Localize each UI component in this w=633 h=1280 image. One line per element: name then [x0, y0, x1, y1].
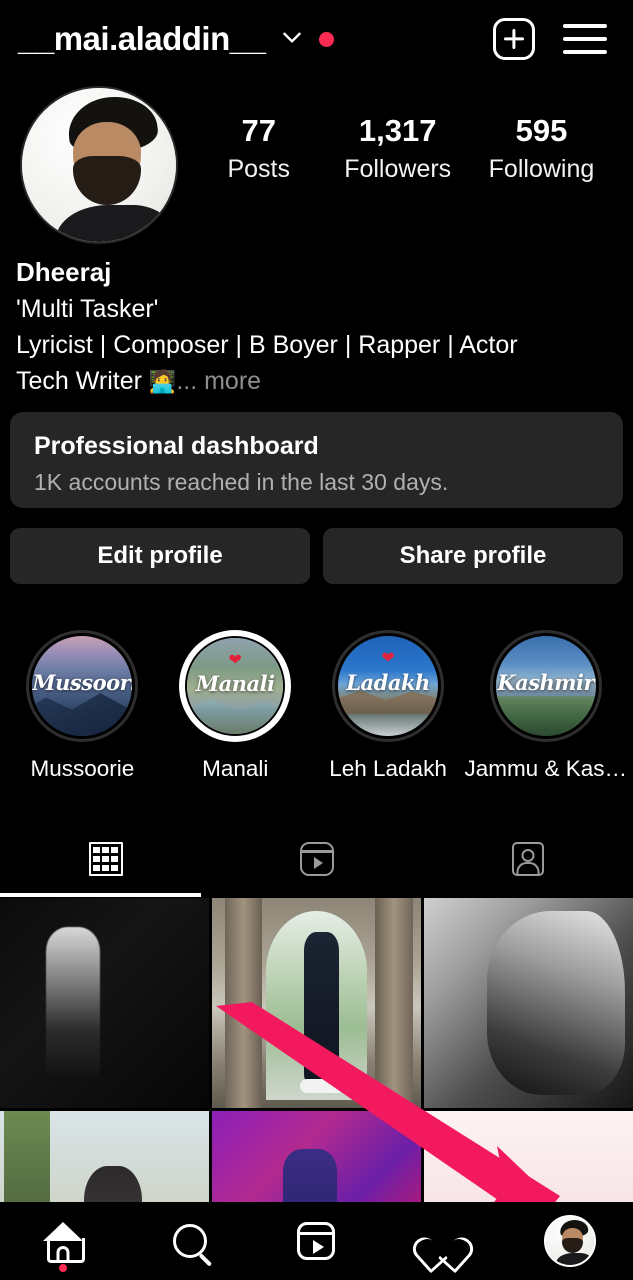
post-thumbnail[interactable] [424, 898, 633, 1108]
nav-avatar-image [545, 1217, 594, 1265]
home-icon [43, 1222, 86, 1263]
highlight-mussoorie[interactable]: Mussoorie Mussoorie [6, 630, 159, 782]
highlight-cover: ❤ Manali [185, 636, 286, 736]
highlight-label: Leh Ladakh [329, 756, 447, 781]
highlight-cover-text: Kashmir [497, 670, 595, 695]
profile-bio: Dheeraj 'Multi Tasker' Lyricist | Compos… [16, 254, 616, 399]
profile-avatar[interactable] [20, 86, 178, 244]
reels-icon [297, 1222, 336, 1260]
highlight-ring: ❤ Manali [179, 630, 292, 742]
profile-header: 77 Posts 1,317 Followers 595 Following [0, 86, 633, 266]
bio-more-link[interactable]: more [197, 367, 261, 395]
search-icon [172, 1224, 207, 1258]
tagged-icon [511, 842, 544, 876]
post-grid [0, 898, 633, 1208]
highlight-cover: Mussoorie [29, 633, 136, 739]
stat-following[interactable]: 595 Following [488, 113, 595, 184]
bio-ellipsis: ... [176, 366, 198, 395]
highlight-label: Mussoorie [30, 756, 135, 781]
highlight-label: Manali [202, 756, 269, 781]
story-highlights: Mussoorie Mussoorie ❤ Manali Manali ❤ La… [0, 630, 633, 790]
username-label[interactable]: __mai.aladdin__ [18, 20, 266, 58]
reels-icon [299, 842, 334, 876]
post-thumbnail[interactable] [424, 1111, 633, 1208]
post-thumbnail[interactable] [0, 898, 209, 1108]
hamburger-menu-icon[interactable] [563, 24, 607, 54]
tab-tagged[interactable] [422, 822, 633, 896]
professional-dashboard-card[interactable]: Professional dashboard 1K accounts reach… [10, 412, 623, 508]
home-red-dot-icon [59, 1264, 68, 1272]
active-tab-underline [0, 893, 201, 897]
profile-stats: 77 Posts 1,317 Followers 595 Following [178, 86, 619, 184]
bio-line-3: Tech Writer 🧑‍💻... more [16, 363, 616, 399]
tab-grid[interactable] [0, 822, 211, 896]
create-new-post-icon[interactable] [493, 18, 535, 60]
highlight-cover-text: Mussoorie [32, 670, 132, 695]
display-name: Dheeraj [16, 257, 112, 287]
highlight-cover-text: Ladakh [346, 670, 430, 695]
post-thumbnail[interactable] [212, 898, 421, 1108]
chevron-down-icon[interactable] [279, 24, 305, 55]
tab-reels[interactable] [211, 822, 422, 896]
post-thumbnail[interactable] [212, 1111, 421, 1208]
edit-profile-button[interactable]: Edit profile [10, 528, 310, 584]
top-bar: __mai.aladdin__ [0, 0, 633, 78]
highlight-ring: Mussoorie [26, 630, 139, 742]
nav-activity[interactable] [380, 1202, 507, 1280]
highlight-cover: Kashmir [492, 633, 599, 739]
share-profile-button[interactable]: Share profile [323, 528, 623, 584]
highlight-cover: ❤ Ladakh [335, 633, 442, 739]
followers-label: Followers [344, 154, 452, 183]
profile-avatar-image [22, 88, 176, 242]
stat-posts[interactable]: 77 Posts [211, 113, 307, 184]
highlight-ring: ❤ Ladakh [332, 630, 445, 742]
highlight-jammu-kashmir[interactable]: Kashmir Jammu & Kas… [464, 630, 627, 782]
nav-profile[interactable] [506, 1202, 633, 1280]
bio-line-2: Lyricist | Composer | B Boyer | Rapper |… [16, 330, 518, 359]
nav-home[interactable] [0, 1202, 127, 1280]
following-label: Following [488, 154, 595, 183]
unread-red-dot-icon [319, 31, 335, 47]
stat-followers[interactable]: 1,317 Followers [344, 113, 452, 184]
posts-label: Posts [227, 154, 290, 183]
instagram-profile-screen: __mai.aladdin__ 77 Posts 1,317 Followers [0, 0, 633, 1280]
bio-line-1: 'Multi Tasker' [16, 294, 159, 323]
highlight-cover-text: Manali [195, 670, 275, 696]
profile-avatar-icon [543, 1215, 596, 1267]
post-thumbnail[interactable] [0, 1111, 209, 1208]
dashboard-title: Professional dashboard [34, 432, 319, 460]
posts-count: 77 [241, 113, 276, 148]
bottom-navigation-bar [0, 1202, 633, 1280]
nav-reels[interactable] [253, 1202, 380, 1280]
profile-content-tabs [0, 822, 633, 896]
heart-icon: ❤ [228, 651, 242, 669]
nav-search[interactable] [127, 1202, 254, 1280]
heart-icon [423, 1223, 463, 1259]
highlight-manali[interactable]: ❤ Manali Manali [159, 630, 312, 782]
technologist-emoji-icon: 🧑‍💻 [148, 368, 177, 394]
highlight-label: Jammu & Kas… [464, 756, 627, 781]
followers-count: 1,317 [358, 113, 437, 148]
following-count: 595 [515, 113, 568, 148]
highlight-leh-ladakh[interactable]: ❤ Ladakh Leh Ladakh [312, 630, 465, 782]
grid-icon [88, 842, 123, 876]
profile-action-buttons: Edit profile Share profile [10, 528, 623, 584]
heart-icon: ❤ [381, 650, 395, 667]
dashboard-subtitle: 1K accounts reached in the last 30 days. [34, 468, 449, 495]
bio-line-3-text: Tech Writer [16, 366, 149, 395]
highlight-ring: Kashmir [489, 630, 602, 742]
